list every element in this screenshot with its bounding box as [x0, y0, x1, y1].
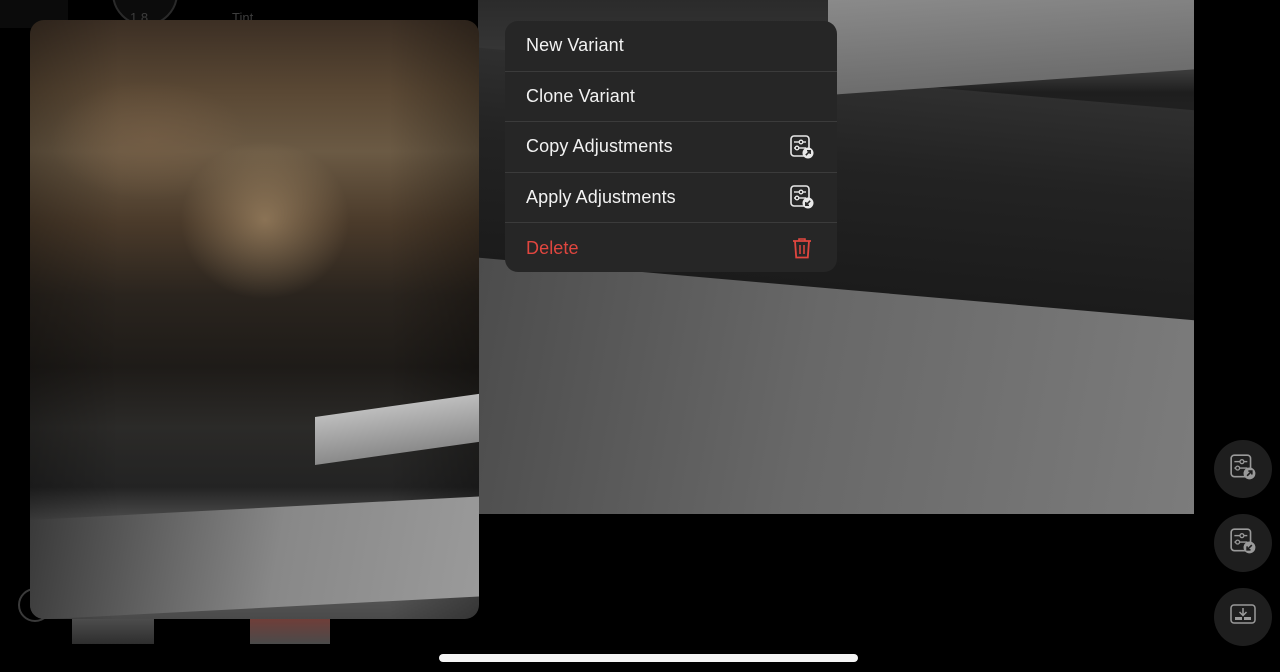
menu-item-clone-variant[interactable]: Clone Variant — [505, 72, 837, 122]
menu-item-label: Clone Variant — [526, 85, 636, 106]
apply-adjustments-icon — [788, 183, 816, 211]
copy-adjustments-icon — [788, 133, 816, 161]
menu-item-label: Apply Adjustments — [526, 186, 676, 207]
export-button[interactable] — [1214, 588, 1272, 646]
menu-item-delete[interactable]: Delete — [505, 223, 837, 272]
menu-item-apply-adjustments[interactable]: Apply Adjustments — [505, 173, 837, 223]
variant-preview-card — [30, 20, 479, 619]
menu-item-label: New Variant — [526, 35, 624, 56]
download-tray-icon — [1229, 602, 1257, 633]
menu-item-new-variant[interactable]: New Variant — [505, 21, 837, 72]
copy-adjustments-icon — [1229, 453, 1257, 486]
menu-item-copy-adjustments[interactable]: Copy Adjustments — [505, 122, 837, 173]
variant-context-menu: New Variant Clone Variant Copy Adjustmen… — [505, 21, 837, 272]
menu-item-label: Copy Adjustments — [526, 136, 673, 157]
menu-item-label: Delete — [526, 237, 579, 258]
apply-adjustments-icon — [1229, 527, 1257, 560]
home-indicator[interactable] — [439, 654, 858, 662]
apply-adjustments-button[interactable] — [1214, 514, 1272, 572]
trash-icon — [788, 234, 816, 262]
copy-adjustments-button[interactable] — [1214, 440, 1272, 498]
